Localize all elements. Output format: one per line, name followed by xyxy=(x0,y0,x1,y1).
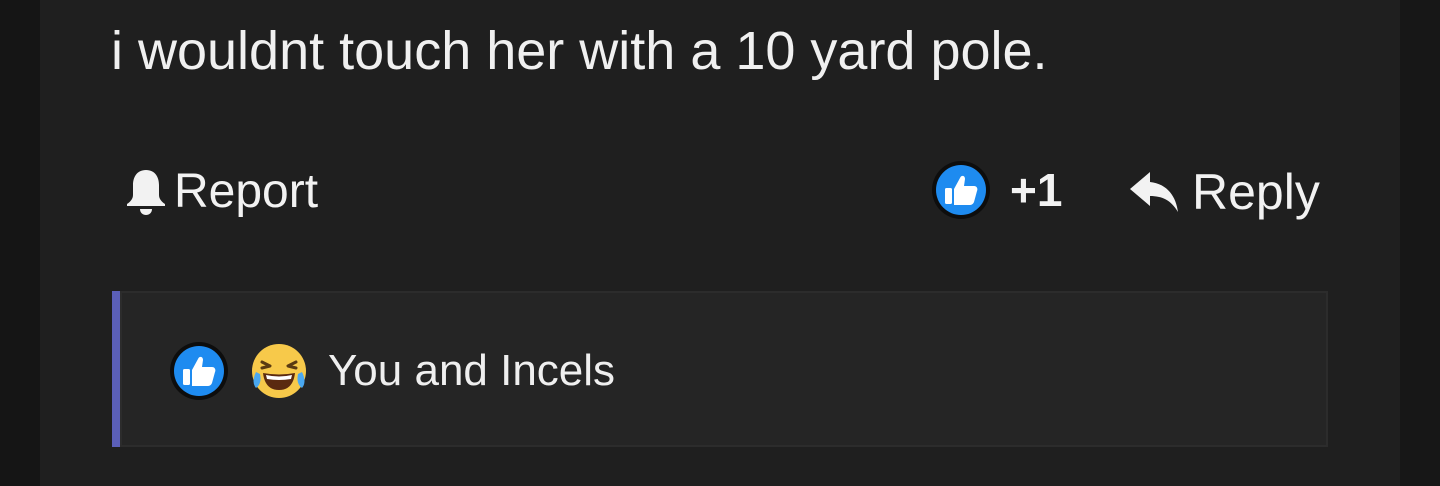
report-button[interactable]: Report xyxy=(124,160,318,224)
thumbs-up-icon xyxy=(170,342,228,400)
reaction-summary: You and Incels xyxy=(328,346,616,395)
reactions-panel[interactable]: You and Incels xyxy=(112,291,1328,447)
report-label: Report xyxy=(174,165,319,218)
reply-button[interactable]: Reply xyxy=(1128,160,1320,224)
page-edge xyxy=(1400,0,1440,486)
laughing-crying-emoji-icon xyxy=(252,344,306,398)
reply-label: Reply xyxy=(1192,164,1320,220)
reactions-row: You and Incels xyxy=(168,339,615,403)
like-button[interactable]: +1 xyxy=(930,158,1062,222)
comment-body: i wouldnt touch her with a 10 yard pole. xyxy=(111,21,1048,81)
reply-arrow-icon xyxy=(1130,172,1178,212)
bell-icon xyxy=(127,170,165,215)
thumbs-up-icon xyxy=(932,161,990,219)
like-count: +1 xyxy=(1010,164,1063,216)
